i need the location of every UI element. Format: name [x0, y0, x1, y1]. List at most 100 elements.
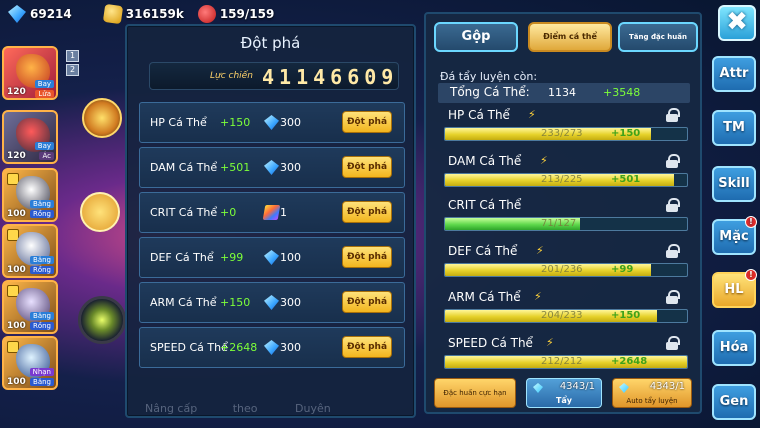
combat-power-box: Lực chiến 41146609 — [149, 62, 399, 90]
lightning-bolt-icon: ⚡ — [528, 108, 536, 121]
nav-label: Mặc — [719, 229, 749, 244]
breakthrough-button[interactable]: Đột phá — [342, 156, 392, 178]
bg-tab: Nâng cấp — [145, 402, 198, 415]
stat-row: SPEED Cá Thể ⚡ 212/212 +2648 — [442, 336, 692, 376]
stat-name: DEF Cá Thể — [150, 251, 214, 264]
tab-individual-points[interactable]: Điểm cá thể — [528, 22, 612, 52]
stat-bonus: +2648 — [220, 341, 258, 354]
stat-bonus: +0 — [220, 206, 237, 219]
combat-power-value: 41146609 — [262, 65, 399, 89]
stat-plus: +150 — [611, 310, 641, 321]
breakthrough-button[interactable]: Đột phá — [342, 111, 392, 133]
total-plus: +3548 — [603, 86, 641, 99]
type-tag: Bay — [34, 80, 54, 88]
lock-icon[interactable] — [666, 108, 680, 122]
wash-label: Tẩy — [555, 396, 573, 405]
stat-bonus: +150 — [220, 296, 251, 309]
cost-amount: 300 — [280, 116, 301, 129]
type-tag: Băng — [30, 378, 54, 386]
nav-gen-button[interactable]: Gen — [712, 384, 756, 420]
lock-icon[interactable] — [666, 336, 680, 350]
lock-bag-icon[interactable] — [80, 192, 120, 232]
wash-button[interactable]: 4343/1 Tẩy — [526, 378, 602, 408]
breakthrough-row: HP Cá Thể +150 300 Đột phá — [139, 102, 405, 143]
stat-name: HP Cá Thể — [150, 116, 207, 129]
stamina-amount: 159/159 — [219, 7, 275, 21]
stat-value: 204/233 — [541, 310, 583, 321]
cost-amount: 300 — [280, 161, 301, 174]
gear-orb-icon[interactable] — [78, 296, 126, 344]
tab-merge[interactable]: Gộp — [434, 22, 518, 52]
team-slot-3[interactable]: Băng Rồng 100 — [2, 168, 58, 222]
team-slot-1[interactable]: Bay Lửa 120 — [2, 46, 58, 100]
nav-hóa-button[interactable]: Hóa — [712, 330, 756, 366]
type-tag: Rồng — [29, 266, 54, 274]
auto-wash-stone-icon — [619, 383, 629, 393]
close-button[interactable]: ✖ — [718, 5, 756, 41]
nav-label: Hóa — [719, 340, 749, 355]
nav-attr-button[interactable]: Attr — [712, 56, 756, 92]
auto-wash-count: 4343/1 — [649, 381, 685, 392]
team-slot-2[interactable]: Bay Ác 120 — [2, 110, 58, 164]
nav-hl-button[interactable]: HL! — [712, 269, 757, 308]
lock-icon[interactable] — [666, 290, 680, 304]
item-orb-icon[interactable] — [82, 98, 122, 138]
nav-mặc-button[interactable]: Mặc! — [712, 216, 757, 255]
stamina-icon — [197, 5, 216, 23]
nav-label: Gen — [719, 394, 749, 409]
stat-progress-bar: 204/233 +150 — [444, 309, 688, 323]
breakthrough-button[interactable]: Đột phá — [342, 246, 392, 268]
lightning-bolt-icon: ⚡ — [540, 154, 548, 167]
breakthrough-row: ARM Cá Thể +150 300 Đột phá — [139, 282, 405, 323]
lock-icon[interactable] — [666, 198, 680, 212]
level-label: 100 — [7, 265, 26, 275]
stat-progress-bar: 212/212 +2648 — [444, 355, 688, 369]
stat-bonus: +99 — [220, 251, 244, 264]
lock-icon[interactable] — [666, 244, 680, 258]
stat-name: DAM Cá Thể — [150, 161, 218, 174]
lock-icon[interactable] — [666, 154, 680, 168]
remaining-stones-label: Đá tẩy luyện còn: — [440, 70, 538, 83]
gold-counter: 316159k — [102, 3, 184, 25]
team-slot-6[interactable]: Nhạn Băng 100 — [2, 336, 58, 390]
auto-wash-label: Auto tẩy luyện — [626, 397, 678, 405]
stat-name: HP Cá Thể — [448, 108, 510, 122]
bg-tab: Duyên — [295, 402, 331, 415]
stat-name: ARM Cá Thể — [150, 296, 217, 309]
type-tag: Băng — [30, 200, 54, 208]
tab-special-training[interactable]: Tăng đặc huấn — [618, 22, 698, 52]
stat-name: CRIT Cá Thể — [150, 206, 218, 219]
stat-plus: +99 — [611, 264, 634, 275]
level-label: 100 — [7, 321, 26, 331]
lightning-bolt-icon: ⚡ — [546, 336, 554, 349]
team-slot-4[interactable]: Băng Rồng 100 — [2, 224, 58, 278]
stat-plus: +501 — [611, 174, 641, 185]
cost-amount: 300 — [280, 341, 301, 354]
stat-progress-bar: 71/127 — [444, 217, 688, 231]
nav-label: TM — [723, 120, 745, 135]
team-slot-5[interactable]: Băng Rồng 100 — [2, 280, 58, 334]
auto-wash-button[interactable]: 4343/1 Auto tẩy luyện — [612, 378, 692, 408]
stat-name: ARM Cá Thể — [448, 290, 521, 304]
nav-label: Skill — [718, 176, 750, 191]
nav-label: Attr — [719, 66, 749, 81]
type-tag: Ác — [39, 152, 54, 160]
stat-name: DAM Cá Thể — [448, 154, 522, 168]
breakthrough-button[interactable]: Đột phá — [342, 201, 392, 223]
gold-amount: 316159k — [125, 7, 184, 21]
nav-skill-button[interactable]: Skill — [712, 166, 756, 202]
bg-tab: theo — [232, 402, 258, 415]
breakthrough-button[interactable]: Đột phá — [342, 336, 392, 358]
training-panel: Gộp Điểm cá thể Tăng đặc huấn Đá tẩy luy… — [424, 12, 702, 414]
type-tag: Lửa — [35, 90, 54, 98]
total-value: 1134 — [548, 86, 576, 99]
stat-row: HP Cá Thể ⚡ 233/273 +150 — [442, 108, 692, 148]
type-tag: Rồng — [29, 210, 54, 218]
nav-tm-button[interactable]: TM — [712, 110, 756, 146]
breakthrough-button[interactable]: Đột phá — [342, 291, 392, 313]
type-tag: Bay — [34, 142, 54, 150]
level-label: 120 — [7, 87, 26, 97]
gold-coin-icon — [102, 3, 123, 25]
diamond-icon — [264, 115, 279, 130]
special-training-button[interactable]: Đặc huấn cực hạn — [434, 378, 516, 408]
